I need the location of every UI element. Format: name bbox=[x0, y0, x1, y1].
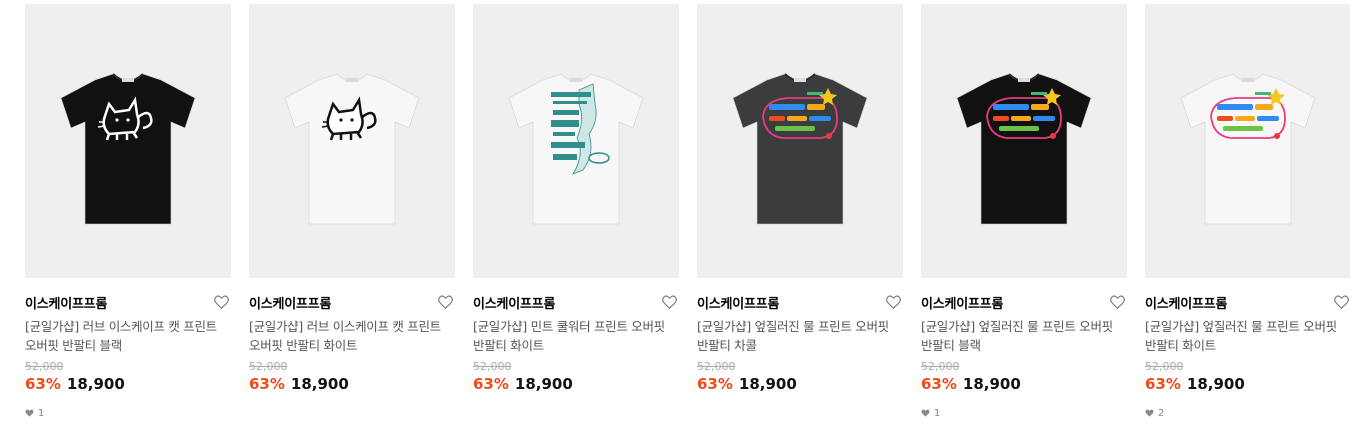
tshirt-image bbox=[60, 73, 196, 225]
product-card-3[interactable]: 이스케이프프롬 [균일가샵] 민트 쿨워터 프린트 오버핏 반팔티 화이트 52… bbox=[473, 4, 679, 419]
like-count-value: 1 bbox=[38, 407, 45, 419]
product-card-1[interactable]: 이스케이프프롬 [균일가샵] 러브 이스케이프 캣 프린트 오버핏 반팔티 블랙… bbox=[25, 4, 231, 419]
tshirt-body bbox=[732, 73, 868, 225]
product-card-4[interactable]: 이스케이프프롬 [균일가샵] 엎질러진 물 프린트 오버핏 반팔티 차콜 52,… bbox=[697, 4, 903, 419]
tshirt-image bbox=[1180, 73, 1316, 225]
sale-price: 18,900 bbox=[738, 375, 797, 393]
wishlist-heart-icon[interactable] bbox=[213, 294, 229, 310]
sale-price: 18,900 bbox=[66, 375, 125, 393]
product-image[interactable] bbox=[921, 4, 1127, 278]
product-image[interactable] bbox=[1145, 4, 1350, 278]
original-price: 52,000 bbox=[921, 360, 960, 373]
tshirt-image bbox=[732, 73, 868, 225]
heart-filled-icon bbox=[25, 409, 34, 417]
tshirt-image bbox=[284, 73, 420, 225]
wishlist-heart-icon[interactable] bbox=[661, 294, 677, 310]
wishlist-heart-icon[interactable] bbox=[437, 294, 453, 310]
wishlist-heart-icon[interactable] bbox=[1109, 294, 1125, 310]
tshirt-image bbox=[508, 73, 644, 225]
wishlist-heart-icon[interactable] bbox=[885, 294, 901, 310]
price-row: 63% 18,900 bbox=[1145, 375, 1350, 397]
sale-price: 18,900 bbox=[514, 375, 573, 393]
discount-rate: 63% bbox=[25, 375, 61, 393]
discount-rate: 63% bbox=[1145, 375, 1181, 393]
product-title[interactable]: [균일가샵] 민트 쿨워터 프린트 오버핏 반팔티 화이트 bbox=[473, 317, 679, 355]
original-price: 52,000 bbox=[25, 360, 64, 373]
like-count: 1 bbox=[25, 407, 231, 419]
discount-rate: 63% bbox=[473, 375, 509, 393]
brand-name[interactable]: 이스케이프프롬 bbox=[921, 293, 1004, 312]
product-image[interactable] bbox=[249, 4, 455, 278]
discount-rate: 63% bbox=[249, 375, 285, 393]
price-row: 63% 18,900 bbox=[697, 375, 903, 397]
discount-rate: 63% bbox=[921, 375, 957, 393]
product-card-5[interactable]: 이스케이프프롬 [균일가샵] 엎질러진 물 프린트 오버핏 반팔티 블랙 52,… bbox=[921, 4, 1127, 419]
product-title[interactable]: [균일가샵] 엎질러진 물 프린트 오버핏 반팔티 차콜 bbox=[697, 317, 903, 355]
product-title[interactable]: [균일가샵] 엎질러진 물 프린트 오버핏 반팔티 블랙 bbox=[921, 317, 1127, 355]
product-title[interactable]: [균일가샵] 러브 이스케이프 캣 프린트 오버핏 반팔티 블랙 bbox=[25, 317, 231, 355]
tshirt-body bbox=[60, 73, 196, 225]
original-price: 52,000 bbox=[697, 360, 736, 373]
original-price: 52,000 bbox=[1145, 360, 1184, 373]
discount-rate: 63% bbox=[697, 375, 733, 393]
tshirt-body bbox=[956, 73, 1092, 225]
product-image[interactable] bbox=[25, 4, 231, 278]
like-count: 2 bbox=[1145, 407, 1350, 419]
heart-filled-icon bbox=[1145, 409, 1154, 417]
like-count-value: 2 bbox=[1158, 407, 1165, 419]
tshirt-body bbox=[1180, 73, 1316, 225]
original-price: 52,000 bbox=[473, 360, 512, 373]
product-title[interactable]: [균일가샵] 러브 이스케이프 캣 프린트 오버핏 반팔티 화이트 bbox=[249, 317, 455, 355]
brand-name[interactable]: 이스케이프프롬 bbox=[473, 293, 556, 312]
product-card-2[interactable]: 이스케이프프롬 [균일가샵] 러브 이스케이프 캣 프린트 오버핏 반팔티 화이… bbox=[249, 4, 455, 419]
price-row: 63% 18,900 bbox=[473, 375, 679, 397]
product-card-6[interactable]: 이스케이프프롬 [균일가샵] 엎질러진 물 프린트 오버핏 반팔티 화이트 52… bbox=[1145, 4, 1350, 419]
tshirt-body bbox=[284, 73, 420, 225]
sale-price: 18,900 bbox=[1186, 375, 1245, 393]
brand-name[interactable]: 이스케이프프롬 bbox=[1145, 293, 1228, 312]
sale-price: 18,900 bbox=[290, 375, 349, 393]
price-row: 63% 18,900 bbox=[249, 375, 455, 397]
like-count-value: 1 bbox=[934, 407, 941, 419]
product-grid: 이스케이프프롬 [균일가샵] 러브 이스케이프 캣 프린트 오버핏 반팔티 블랙… bbox=[25, 4, 1350, 419]
product-image[interactable] bbox=[473, 4, 679, 278]
tshirt-image bbox=[956, 73, 1092, 225]
sale-price: 18,900 bbox=[962, 375, 1021, 393]
product-title[interactable]: [균일가샵] 엎질러진 물 프린트 오버핏 반팔티 화이트 bbox=[1145, 317, 1350, 355]
brand-name[interactable]: 이스케이프프롬 bbox=[249, 293, 332, 312]
price-row: 63% 18,900 bbox=[25, 375, 231, 397]
heart-filled-icon bbox=[921, 409, 930, 417]
original-price: 52,000 bbox=[249, 360, 288, 373]
price-row: 63% 18,900 bbox=[921, 375, 1127, 397]
product-image[interactable] bbox=[697, 4, 903, 278]
brand-name[interactable]: 이스케이프프롬 bbox=[697, 293, 780, 312]
wishlist-heart-icon[interactable] bbox=[1333, 294, 1349, 310]
brand-name[interactable]: 이스케이프프롬 bbox=[25, 293, 108, 312]
like-count: 1 bbox=[921, 407, 1127, 419]
